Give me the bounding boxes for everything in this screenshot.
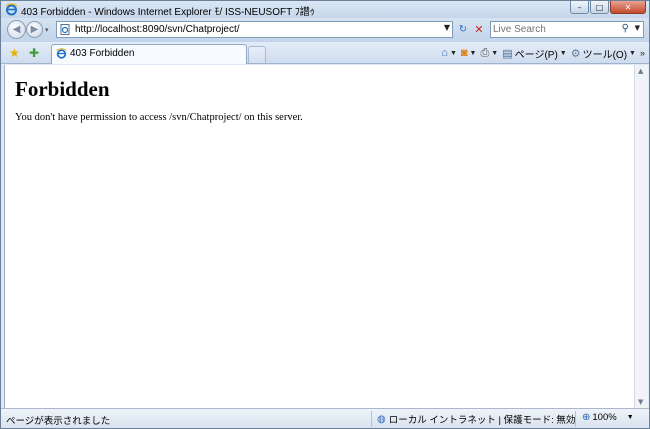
- error-message: You don't have permission to access /svn…: [15, 112, 303, 123]
- command-bar: ⌂ ▼ ◙ ▼ ⎙ ▼ ▤ ページ(P) ▼ ⚙ ツール(O) ▼ »: [441, 45, 645, 61]
- stop-icon[interactable]: ✕: [471, 21, 487, 38]
- security-zone[interactable]: ◍ ローカル イントラネット | 保護モード: 無効: [377, 412, 576, 427]
- zoom-control[interactable]: ⊕ 100% ▼: [582, 412, 634, 423]
- window-title: 403 Forbidden - Windows Internet Explore…: [21, 7, 315, 18]
- address-input[interactable]: http://localhost:8090/svn/Chatproject/: [75, 24, 240, 35]
- page-menu-button[interactable]: ▤ ページ(P) ▼: [502, 46, 566, 61]
- status-divider: [371, 411, 372, 427]
- security-zone-label: ローカル イントラネット | 保護モード: 無効: [388, 415, 576, 426]
- search-icon[interactable]: ⚲: [622, 23, 629, 34]
- ie-icon: [5, 3, 18, 16]
- page-heading: Forbidden: [15, 77, 110, 101]
- favorites-star-icon[interactable]: ★: [9, 46, 20, 60]
- page-icon: ▤: [502, 47, 513, 60]
- status-divider: [575, 411, 576, 427]
- close-button[interactable]: ✕: [610, 1, 646, 14]
- add-favorite-icon[interactable]: ✚: [29, 46, 39, 60]
- minimize-button[interactable]: –: [570, 1, 589, 14]
- ie-icon: [56, 48, 67, 59]
- chevron-down-icon: ▼: [491, 49, 499, 57]
- vertical-scrollbar[interactable]: ▲ ▼: [634, 65, 648, 408]
- chevron-down-icon: ▼: [449, 49, 457, 57]
- printer-icon: ⎙: [480, 46, 490, 59]
- address-dropdown-icon[interactable]: ▼: [444, 23, 450, 32]
- status-bar: ページが表示されました ◍ ローカル イントラネット | 保護モード: 無効 ⊕…: [1, 408, 649, 428]
- feed-icon: ◙: [460, 47, 468, 59]
- zoom-icon: ⊕: [582, 412, 591, 423]
- page-icon: [60, 24, 70, 35]
- tools-menu-label: ツール(O): [582, 49, 628, 61]
- address-bar[interactable]: http://localhost:8090/svn/Chatproject/ ▼: [56, 21, 453, 38]
- scroll-up-icon[interactable]: ▲: [638, 67, 643, 75]
- home-icon: ⌂: [441, 47, 448, 59]
- tools-menu-button[interactable]: ⚙ ツール(O) ▼: [571, 46, 636, 61]
- page-menu-label: ページ(P): [514, 49, 558, 61]
- gear-icon: ⚙: [570, 47, 581, 60]
- browser-window: 403 Forbidden - Windows Internet Explore…: [0, 0, 650, 429]
- address-toolbar: ◀ ▶ ▾ http://localhost:8090/svn/Chatproj…: [1, 18, 649, 42]
- new-tab-button[interactable]: [248, 46, 266, 63]
- zoom-level: 100%: [592, 412, 617, 423]
- maximize-button[interactable]: □: [590, 1, 609, 14]
- refresh-icon[interactable]: ↻: [455, 21, 471, 38]
- more-commands-button[interactable]: »: [640, 48, 645, 58]
- print-button[interactable]: ⎙ ▼: [480, 47, 498, 60]
- page-content: Forbidden You don't have permission to a…: [4, 65, 634, 408]
- status-text: ページが表示されました: [6, 416, 111, 427]
- search-options-dropdown-icon[interactable]: ▼: [635, 24, 640, 32]
- home-button[interactable]: ⌂ ▼: [441, 47, 457, 59]
- intranet-zone-icon: ◍: [377, 413, 386, 425]
- tab-label: 403 Forbidden: [70, 48, 135, 59]
- chevron-down-icon: ▼: [469, 49, 477, 57]
- title-bar[interactable]: 403 Forbidden - Windows Internet Explore…: [1, 1, 649, 18]
- scroll-down-icon[interactable]: ▼: [638, 398, 643, 406]
- chevron-down-icon: ▼: [629, 49, 636, 57]
- back-button[interactable]: ◀: [7, 20, 26, 39]
- chevron-down-icon: ▼: [626, 414, 634, 421]
- feeds-button[interactable]: ◙ ▼: [461, 47, 477, 59]
- search-input[interactable]: [493, 23, 613, 36]
- forward-button[interactable]: ▶: [26, 21, 43, 38]
- search-box[interactable]: ⚲ ▼: [490, 21, 644, 38]
- window-controls: – □ ✕: [570, 1, 646, 14]
- recent-pages-dropdown[interactable]: ▾: [45, 26, 49, 34]
- chevron-down-icon: ▼: [559, 49, 567, 57]
- tab-command-bar: ★ ✚ 403 Forbidden ⌂ ▼ ◙ ▼ ⎙ ▼ ▤ ページ(P) ▼…: [1, 42, 649, 64]
- tab-403-forbidden[interactable]: 403 Forbidden: [51, 44, 247, 64]
